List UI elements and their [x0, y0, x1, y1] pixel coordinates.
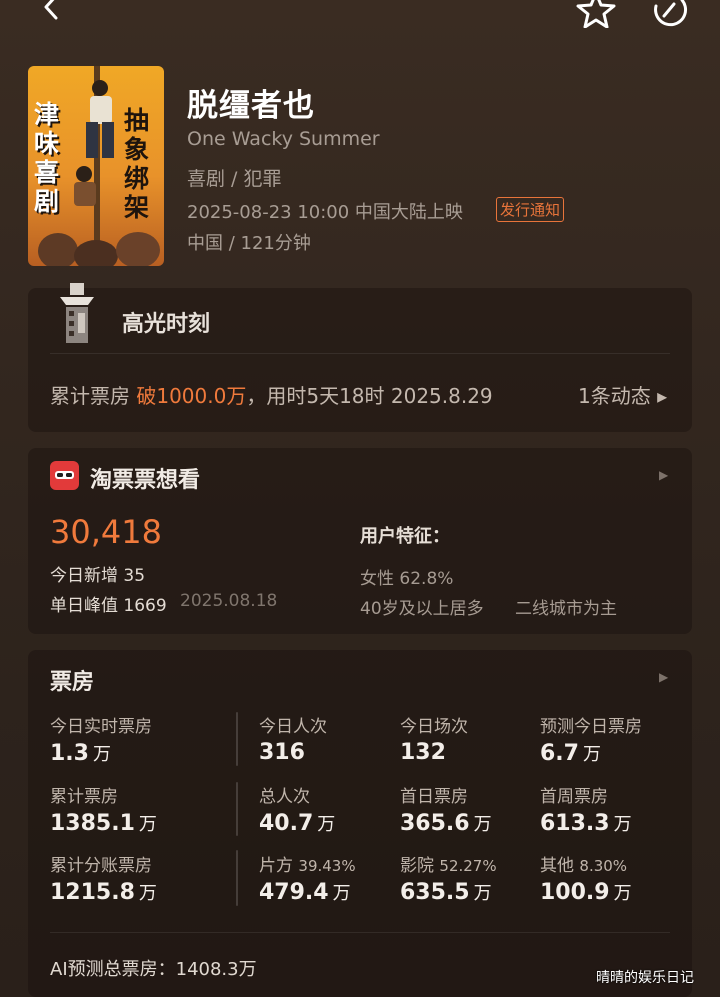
stat-value: 40.7 万	[259, 811, 336, 836]
poster-left-text: 津味喜剧	[34, 100, 60, 216]
daily-peak-date: 2025.08.18	[180, 591, 278, 611]
stat-label: 今日人次	[259, 717, 327, 737]
stat-value: 1215.8 万	[50, 880, 157, 905]
stat-value: 132	[400, 740, 446, 765]
user-features-title: 用户特征：	[360, 526, 450, 547]
daily-peak: 单日峰值 1669	[50, 596, 167, 616]
today-new: 今日新增 35	[50, 566, 146, 586]
movie-release: 2025-08-23 10:00 中国大陆上映	[187, 202, 463, 223]
movie-title: 脱缰者也	[187, 88, 315, 124]
divider	[50, 932, 670, 933]
divider	[50, 353, 670, 354]
feature-age: 40岁及以上居多	[360, 599, 484, 619]
stat-value: 613.3 万	[540, 811, 632, 836]
film-highlight-icon	[60, 283, 94, 343]
column-divider	[236, 712, 238, 766]
stat-value: 1385.1 万	[50, 811, 157, 836]
stat-value: 316	[259, 740, 305, 765]
taopiao-logo-icon	[50, 461, 79, 490]
stat-value: 479.4 万	[259, 880, 351, 905]
stat-value: 100.9 万	[540, 880, 632, 905]
movie-original-title: One Wacky Summer	[187, 128, 380, 150]
boxoffice-title: 票房	[50, 670, 95, 695]
stat-label: 总人次	[259, 787, 310, 807]
highlight-title: 高光时刻	[122, 312, 211, 337]
stat-label: 首日票房	[400, 787, 468, 807]
watermark: 晴晴的娱乐日记	[596, 970, 694, 986]
column-divider	[236, 782, 238, 836]
stat-label: 累计票房	[50, 787, 118, 807]
stat-value: 6.7 万	[540, 741, 601, 766]
stat-label: 首周票房	[540, 787, 608, 807]
stat-label: 累计分账票房	[50, 856, 152, 876]
stat-value: 365.6 万	[400, 811, 492, 836]
taopiao-title: 淘票票想看	[90, 468, 201, 493]
stat-label: 片方 39.43%	[259, 856, 356, 876]
movie-poster[interactable]: 津味喜剧 抽象绑架	[28, 66, 164, 266]
highlight-more-link[interactable]: 1条动态 ▸	[578, 380, 667, 409]
release-notice-badge[interactable]: 发行通知	[496, 197, 565, 222]
want-to-watch-count: 30,418	[50, 513, 162, 551]
chevron-right-icon[interactable]: ▶	[659, 468, 668, 482]
feature-gender: 女性 62.8%	[360, 569, 454, 589]
stat-label: 影院 52.27%	[400, 856, 497, 876]
highlight-text: 累计票房 破1000.0万，用时5天18时 2025.8.29	[50, 384, 493, 408]
stat-label: 今日场次	[400, 717, 468, 737]
movie-genre: 喜剧 / 犯罪	[187, 168, 282, 190]
feature-city: 二线城市为主	[515, 599, 617, 619]
star-icon[interactable]	[576, 0, 616, 28]
stat-label: 今日实时票房	[50, 717, 152, 737]
share-icon[interactable]	[650, 0, 690, 28]
chevron-right-icon[interactable]: ▶	[659, 670, 668, 684]
ai-forecast: AI预测总票房：1408.3万	[50, 959, 257, 980]
back-icon[interactable]	[38, 0, 64, 20]
stat-value: 635.5 万	[400, 880, 492, 905]
column-divider	[236, 850, 238, 906]
poster-right-text: 抽象绑架	[124, 106, 150, 222]
movie-country-duration: 中国 / 121分钟	[187, 233, 311, 254]
stat-value: 1.3 万	[50, 741, 111, 766]
stat-label: 其他 8.30%	[540, 856, 628, 876]
stat-label: 预测今日票房	[540, 717, 642, 737]
